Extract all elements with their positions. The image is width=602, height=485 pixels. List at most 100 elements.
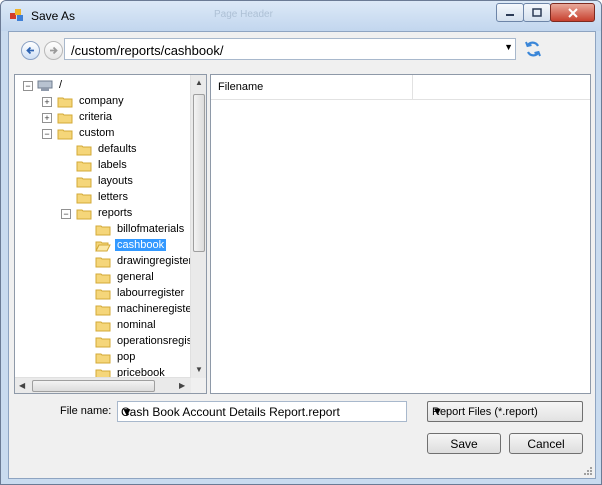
folder-icon: [76, 145, 92, 155]
tree-node-defaults[interactable]: defaults: [76, 141, 139, 157]
forward-arrow-icon: [50, 46, 58, 55]
tree-horizontal-scrollbar[interactable]: ◀ ▶: [15, 377, 191, 393]
cancel-button[interactable]: Cancel: [509, 433, 583, 454]
tree-node-label: machineregister: [117, 303, 196, 315]
collapse-root-icon[interactable]: −: [23, 81, 33, 91]
background-tab: Page Header: [214, 9, 273, 20]
tree-node-labels[interactable]: labels: [76, 157, 129, 173]
tree-node-label: /: [59, 79, 63, 91]
minimize-button[interactable]: [496, 3, 524, 22]
tree-node-nominal[interactable]: nominal: [95, 317, 158, 333]
folder-icon: [76, 209, 92, 219]
tree-node-labourregister[interactable]: labourregister: [95, 285, 186, 301]
tree-node-label: nominal: [117, 319, 156, 331]
expand-icon[interactable]: +: [42, 113, 52, 123]
folder-icon: [95, 257, 111, 267]
tree-node-machineregister[interactable]: machineregister: [95, 301, 197, 317]
close-icon: [567, 7, 578, 18]
file-name-combobox[interactable]: Cash Book Account Details Report.report …: [117, 401, 407, 422]
chevron-down-icon[interactable]: ▼: [504, 42, 513, 52]
tree-node-pop[interactable]: pop: [95, 349, 137, 365]
tree-node-label: layouts: [98, 175, 133, 187]
file-list[interactable]: Filename: [210, 74, 591, 394]
folder-icon: [76, 161, 92, 171]
tree-node-label: custom: [79, 127, 115, 139]
path-text: /custom/reports/cashbook/: [71, 43, 224, 58]
scroll-up-icon[interactable]: ▲: [195, 78, 203, 87]
window-title: Save As: [31, 9, 76, 23]
scroll-corner: [191, 378, 206, 393]
tree-node-company[interactable]: company: [57, 93, 126, 109]
list-header: Filename: [211, 75, 590, 100]
maximize-button[interactable]: [523, 3, 551, 22]
minimize-icon: [506, 13, 514, 16]
maximize-icon: [532, 7, 542, 17]
tree-node-label: reports: [98, 207, 133, 219]
back-button[interactable]: [21, 41, 40, 60]
tree-node-drawingregister[interactable]: drawingregister: [95, 253, 194, 269]
resize-grip-icon[interactable]: [583, 466, 593, 476]
folder-icon: [76, 177, 92, 187]
tree-node-label: general: [117, 271, 154, 283]
folder-icon: [95, 321, 111, 331]
column-header-blank[interactable]: [413, 75, 590, 99]
tree-node-root[interactable]: /: [37, 77, 64, 93]
tree-node-billofmaterials[interactable]: billofmaterials: [95, 221, 186, 237]
tree-node-letters[interactable]: letters: [76, 189, 130, 205]
tree-node-label: pop: [117, 351, 136, 363]
save-as-window: Save As Page Header /custom/reports/cash…: [0, 0, 602, 485]
expand-icon[interactable]: +: [42, 97, 52, 107]
collapse-icon[interactable]: −: [42, 129, 52, 139]
folder-icon: [95, 337, 111, 347]
chevron-down-icon[interactable]: ▼: [121, 405, 402, 419]
tree-node-label: billofmaterials: [117, 223, 185, 235]
tree-node-label: drawingregister: [117, 255, 193, 267]
chevron-down-icon: ▼: [432, 406, 443, 418]
scroll-thumb[interactable]: [193, 94, 205, 252]
tree-node-label: criteria: [79, 111, 113, 123]
save-button[interactable]: Save: [427, 433, 501, 454]
tree-node-label: cashbook: [115, 239, 167, 251]
folder-icon: [95, 289, 111, 299]
path-combobox[interactable]: /custom/reports/cashbook/ ▼: [64, 38, 516, 60]
column-header-label: Filename: [218, 81, 264, 93]
tree-node-custom[interactable]: custom: [57, 125, 116, 141]
folder-icon: [57, 113, 73, 123]
computer-icon: [37, 80, 53, 91]
collapse-icon[interactable]: −: [61, 209, 71, 219]
tree-node-label: labels: [98, 159, 127, 171]
tree-vertical-scrollbar[interactable]: ▲ ▼: [190, 75, 206, 378]
app-icon: [10, 9, 23, 21]
tree-node-reports[interactable]: reports: [76, 205, 134, 221]
file-name-label: File name:: [60, 405, 112, 417]
scroll-right-icon[interactable]: ▶: [179, 381, 185, 390]
folder-icon: [57, 97, 73, 107]
tree-node-layouts[interactable]: layouts: [76, 173, 135, 189]
tree-node-cashbook[interactable]: cashbook: [95, 237, 167, 253]
tree-node-label: labourregister: [117, 287, 185, 299]
folder-open-icon: [95, 241, 111, 251]
folder-icon: [57, 129, 73, 139]
scroll-thumb[interactable]: [32, 380, 155, 392]
folder-tree[interactable]: − / + company + criteria − custom defaul…: [14, 74, 207, 394]
title-bar[interactable]: Save As Page Header: [1, 1, 601, 31]
folder-icon: [76, 193, 92, 203]
folder-icon: [95, 305, 111, 315]
column-header-filename[interactable]: Filename: [211, 75, 413, 99]
file-type-dropdown[interactable]: Report Files (*.report) ▼: [427, 401, 583, 422]
tree-node-criteria[interactable]: criteria: [57, 109, 114, 125]
forward-button[interactable]: [44, 41, 63, 60]
back-arrow-icon: [26, 46, 34, 55]
scroll-left-icon[interactable]: ◀: [19, 381, 25, 390]
folder-icon: [95, 353, 111, 363]
folder-icon: [95, 225, 111, 235]
close-button[interactable]: [550, 3, 595, 22]
tree-node-general[interactable]: general: [95, 269, 156, 285]
dialog-body: /custom/reports/cashbook/ ▼ − / + compan…: [8, 31, 596, 479]
scroll-down-icon[interactable]: ▼: [195, 365, 203, 374]
tree-node-label: letters: [98, 191, 128, 203]
refresh-icon[interactable]: [524, 40, 542, 58]
tree-node-label: defaults: [98, 143, 137, 155]
folder-icon: [95, 273, 111, 283]
tree-node-label: company: [79, 95, 124, 107]
